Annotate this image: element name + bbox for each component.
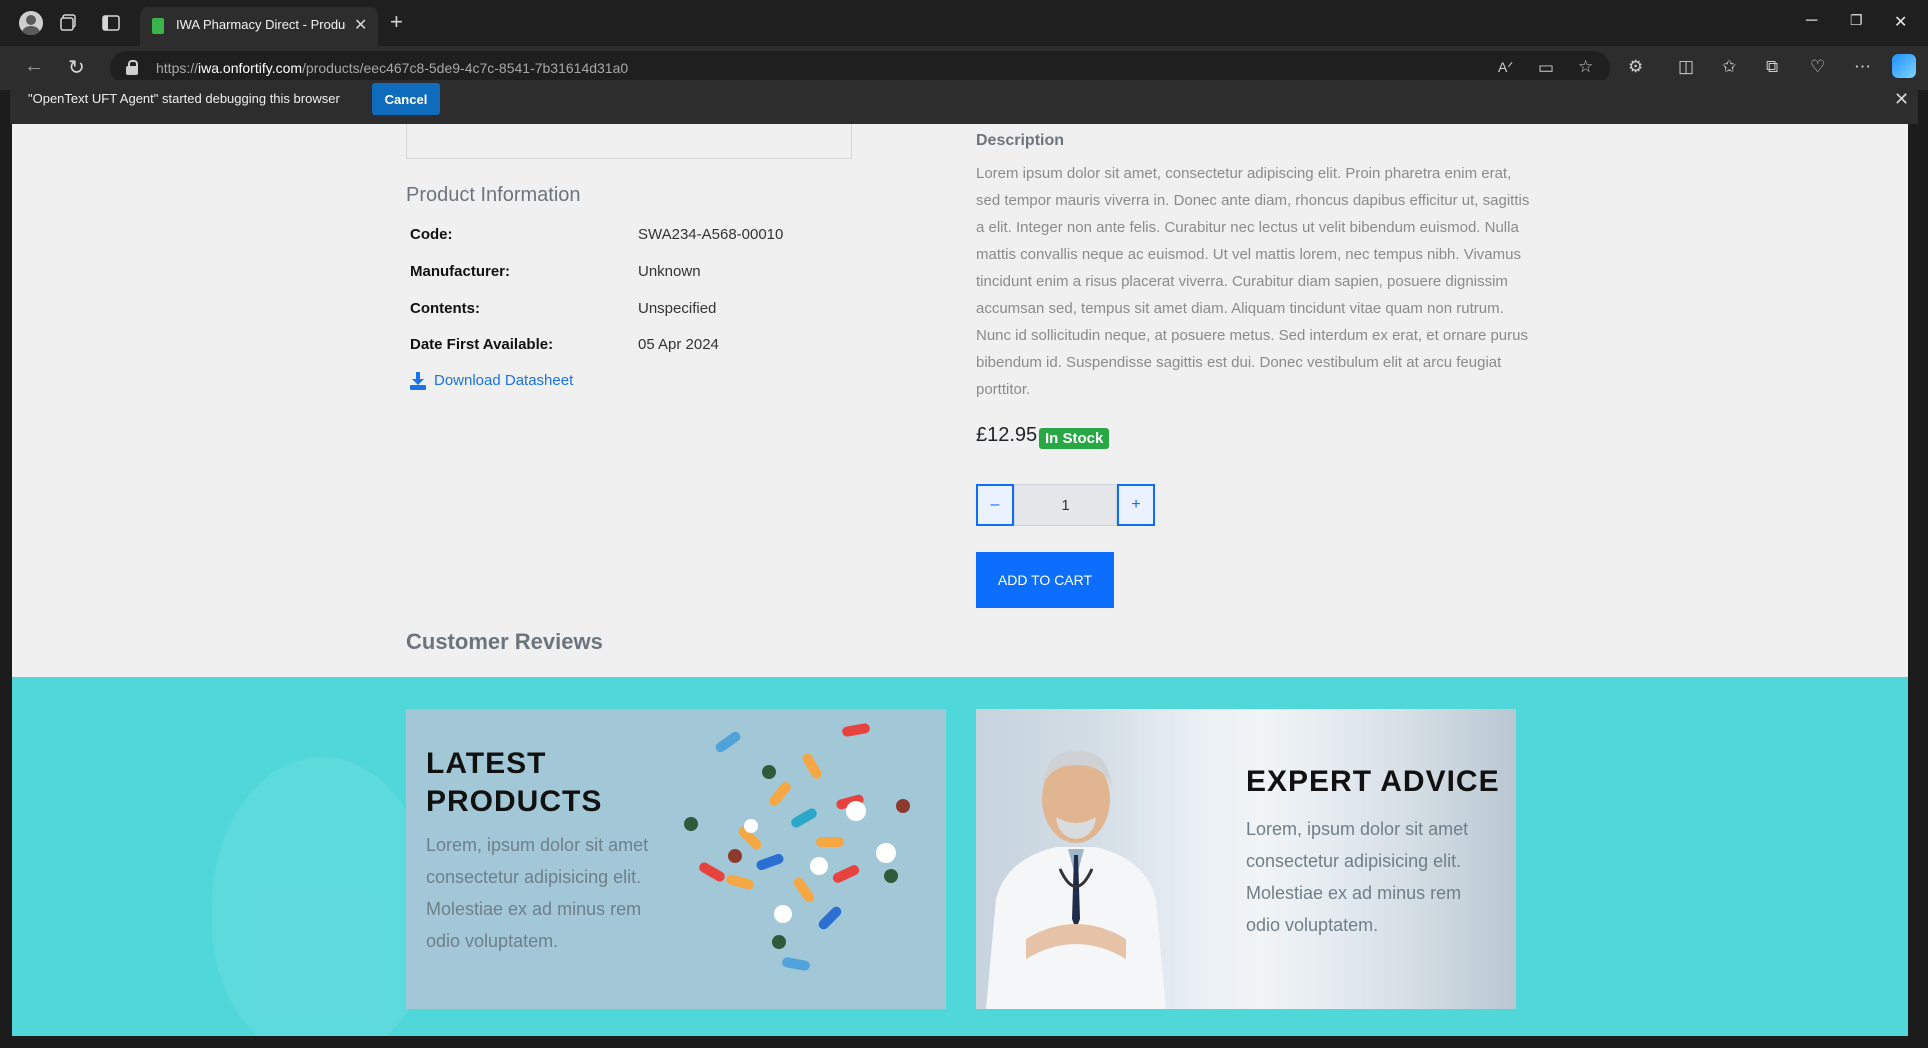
workspaces-icon[interactable]	[58, 12, 80, 34]
decrease-quantity-button[interactable]: –	[976, 484, 1014, 526]
customer-reviews-heading: Customer Reviews	[406, 629, 603, 654]
lock-icon[interactable]	[126, 60, 138, 75]
increase-quantity-button[interactable]: +	[1117, 484, 1155, 526]
url-text[interactable]: https://iwa.onfortify.com/products/eec46…	[156, 60, 628, 76]
info-value: 05 Apr 2024	[638, 336, 719, 353]
expert-advice-title: EXPERT ADVICE	[1246, 765, 1500, 798]
product-image-frame	[406, 124, 852, 159]
add-to-cart-button[interactable]: ADD TO CART	[976, 552, 1114, 608]
pharmacy-favicon-icon	[152, 18, 164, 34]
info-label: Date First Available:	[410, 336, 554, 353]
tab-title: IWA Pharmacy Direct - Product :	[176, 17, 346, 32]
info-value: SWA234-A568-00010	[638, 226, 784, 243]
latest-products-text: Lorem, ipsum dolor sit amet consectetur …	[426, 835, 649, 951]
description-text: Lorem ipsum dolor sit amet, consectetur …	[976, 165, 1530, 398]
tab-actions-icon[interactable]	[100, 12, 122, 34]
quantity-input[interactable]	[1014, 484, 1117, 526]
info-label: Code:	[410, 226, 453, 243]
quantity-stepper: – +	[976, 484, 1157, 528]
info-label: Contents:	[410, 300, 480, 317]
expert-advice-card[interactable]: EXPERT ADVICE Lorem, ipsum dolor sit ame…	[976, 709, 1516, 1009]
info-row-date-first-available: Date First Available: 05 Apr 2024	[410, 336, 810, 360]
refresh-icon[interactable]: ↻	[68, 55, 85, 80]
info-row-code: Code: SWA234-A568-00010	[410, 226, 810, 250]
debug-infobar: "OpenText UFT Agent" started debugging t…	[10, 80, 1918, 124]
info-row-manufacturer: Manufacturer: Unknown	[410, 263, 810, 287]
info-value: Unspecified	[638, 300, 717, 317]
latest-products-title: LATEST PRODUCTS	[426, 747, 603, 818]
cancel-debugging-button[interactable]: Cancel	[372, 83, 440, 115]
promo-banner: LATEST PRODUCTS Lorem, ipsum dolor sit am…	[12, 677, 1908, 1036]
info-label: Manufacturer:	[410, 263, 511, 280]
browser-title-bar: IWA Pharmacy Direct - Product : ✕ + ─ ❐ …	[0, 0, 1928, 46]
info-row-contents: Contents: Unspecified	[410, 300, 810, 324]
in-stock-badge: In Stock	[1039, 428, 1110, 449]
new-tab-icon[interactable]: +	[390, 9, 403, 35]
infobar-message: "OpenText UFT Agent" started debugging t…	[28, 91, 340, 106]
favorite-star-icon[interactable]: ☆	[1578, 57, 1593, 77]
expert-advice-text: Lorem, ipsum dolor sit amet consectetur …	[1246, 819, 1469, 935]
close-window-icon[interactable]: ✕	[1894, 12, 1907, 32]
doctor-photo	[986, 750, 1166, 1009]
description-heading: Description	[976, 132, 1065, 149]
profile-avatar[interactable]	[19, 11, 43, 35]
product-price: £12.95	[976, 424, 1038, 446]
active-tab[interactable]: IWA Pharmacy Direct - Product : ✕	[140, 7, 378, 46]
minimize-icon[interactable]: ─	[1806, 12, 1817, 30]
download-icon	[410, 372, 426, 390]
split-screen-icon[interactable]: ◫	[1678, 57, 1694, 77]
latest-products-card[interactable]: LATEST PRODUCTS Lorem, ipsum dolor sit am…	[406, 709, 946, 1009]
restore-icon[interactable]: ❐	[1850, 12, 1863, 29]
favorites-icon[interactable]: ✩	[1722, 57, 1736, 77]
back-icon[interactable]: ←	[24, 55, 44, 78]
copilot-icon[interactable]	[1892, 54, 1916, 78]
browser-essentials-icon[interactable]: ♡	[1810, 57, 1825, 77]
page-viewport: Product Information Code: SWA234-A568-00…	[12, 124, 1908, 1036]
collections-icon[interactable]: ⧉	[1766, 57, 1778, 77]
more-icon[interactable]: ⋯	[1854, 57, 1871, 77]
immersive-reader-icon[interactable]: ▭	[1538, 58, 1554, 78]
extensions-icon[interactable]: ⚙	[1628, 57, 1643, 77]
background-portrait-image	[212, 757, 432, 1036]
product-information-heading: Product Information	[406, 184, 581, 206]
download-datasheet-label[interactable]: Download Datasheet	[434, 372, 573, 389]
close-tab-icon[interactable]: ✕	[354, 15, 367, 35]
read-aloud-icon[interactable]: Aᐟ	[1498, 59, 1513, 76]
close-infobar-icon[interactable]: ✕	[1894, 89, 1909, 110]
info-value: Unknown	[638, 263, 701, 280]
